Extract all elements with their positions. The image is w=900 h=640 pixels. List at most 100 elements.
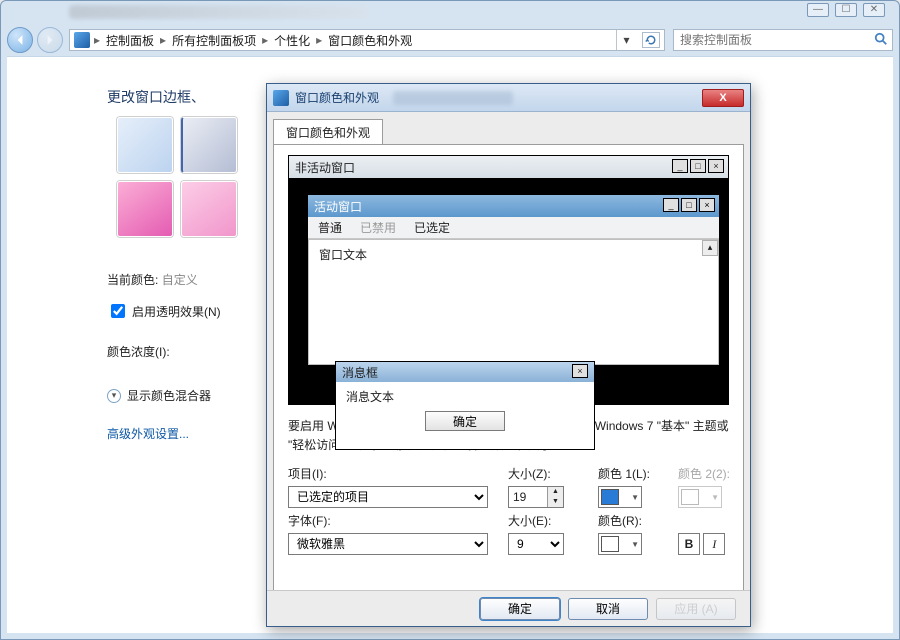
enable-transparency-label: 启用透明效果(N) <box>132 303 221 320</box>
font-color-swatch <box>601 536 619 552</box>
font-select[interactable]: 微软雅黑 <box>288 533 488 555</box>
dialog-close-button[interactable]: X <box>702 89 744 107</box>
size-z-input[interactable]: 19 ▲▼ <box>508 486 564 508</box>
size-e-label: 大小(E): <box>508 512 578 529</box>
window-color-dialog: 窗口颜色和外观 X 窗口颜色和外观 非活动窗口 _ □ × <box>266 83 751 627</box>
dialog-tabpage: 非活动窗口 _ □ × 活动窗口 _ □ × <box>273 144 744 604</box>
color-swatch[interactable] <box>117 117 173 173</box>
maximize-button[interactable]: ☐ <box>835 3 857 17</box>
preview-body[interactable]: 窗口文本 ▴ <box>308 239 719 365</box>
chevron-right-icon: ▸ <box>94 33 100 47</box>
color-swatch[interactable] <box>181 181 237 237</box>
spin-down-icon[interactable]: ▼ <box>548 497 563 507</box>
intensity-label: 颜色浓度(I): <box>107 343 170 360</box>
font-color-picker[interactable]: ▼ <box>598 533 642 555</box>
close-button[interactable]: ✕ <box>863 3 885 17</box>
search-box[interactable] <box>673 29 893 51</box>
bold-button[interactable]: B <box>678 533 700 555</box>
color-mixer-toggle[interactable]: ▾ 显示颜色混合器 <box>107 387 211 404</box>
minimize-icon: _ <box>663 198 679 212</box>
spin-up-icon[interactable]: ▲ <box>548 487 563 497</box>
crumb-root[interactable]: 控制面板 <box>104 32 156 49</box>
chevron-right-icon: ▸ <box>316 33 322 47</box>
refresh-button[interactable] <box>642 32 660 48</box>
page-heading: 更改窗口边框、 <box>107 87 205 107</box>
font-style-buttons: B I <box>678 533 738 555</box>
address-bar[interactable]: ▸ 控制面板 ▸ 所有控制面板项 ▸ 个性化 ▸ 窗口颜色和外观 ▾ <box>69 29 665 51</box>
dialog-title-blur <box>393 91 513 105</box>
chevron-down-icon: ▼ <box>711 493 719 502</box>
chevron-down-icon: ▾ <box>107 389 121 403</box>
size-e-select[interactable]: 9 <box>508 533 564 555</box>
crumb-personalization[interactable]: 个性化 <box>272 32 312 49</box>
color1-label: 颜色 1(L): <box>598 465 658 482</box>
color2-label: 颜色 2(2): <box>678 465 738 482</box>
color1-swatch <box>601 489 619 505</box>
ok-button[interactable]: 确定 <box>480 598 560 620</box>
crumb-all-items[interactable]: 所有控制面板项 <box>170 32 258 49</box>
italic-button[interactable]: I <box>703 533 725 555</box>
current-color-value: 自定义 <box>162 273 198 287</box>
dialog-tabbar: 窗口颜色和外观 <box>267 112 750 144</box>
color-swatch[interactable] <box>181 117 237 173</box>
nav-bar: ▸ 控制面板 ▸ 所有控制面板项 ▸ 个性化 ▸ 窗口颜色和外观 ▾ <box>7 26 893 54</box>
search-icon[interactable] <box>874 32 888 49</box>
minimize-icon: _ <box>672 159 688 173</box>
control-panel-window: — ☐ ✕ ▸ 控制面板 ▸ 所有控制面板项 ▸ 个性化 ▸ 窗口颜色和外观 ▾ <box>0 0 900 640</box>
maximize-icon: □ <box>681 198 697 212</box>
color-r-label: 颜色(R): <box>598 512 658 529</box>
color-mixer-label: 显示颜色混合器 <box>127 387 211 404</box>
current-color-label: 当前颜色: <box>107 273 158 287</box>
item-label: 项目(I): <box>288 465 488 482</box>
current-color-row: 当前颜色: 自定义 <box>107 271 198 288</box>
control-panel-icon <box>74 32 90 48</box>
nav-forward-button[interactable] <box>37 27 63 53</box>
cancel-button[interactable]: 取消 <box>568 598 648 620</box>
preview-window-text: 窗口文本 <box>319 248 367 262</box>
close-icon: × <box>699 198 715 212</box>
color-swatch[interactable] <box>117 181 173 237</box>
item-properties: 项目(I): 大小(Z): 颜色 1(L): 颜色 2(2): 已选定的项目 1… <box>288 465 729 555</box>
apply-button[interactable]: 应用 (A) <box>656 598 736 620</box>
advanced-appearance-link[interactable]: 高级外观设置... <box>107 425 189 442</box>
appearance-preview: 非活动窗口 _ □ × 活动窗口 _ □ × <box>288 155 729 405</box>
item-select[interactable]: 已选定的项目 <box>288 486 488 508</box>
enable-transparency-checkbox[interactable] <box>111 304 125 318</box>
dialog-icon <box>273 90 289 106</box>
menu-selected: 已选定 <box>414 219 450 236</box>
address-dropdown[interactable]: ▾ <box>616 30 636 50</box>
color1-picker[interactable]: ▼ <box>598 486 642 508</box>
window-controls: — ☐ ✕ <box>807 3 885 17</box>
preview-inactive-caption: 非活动窗口 <box>295 161 355 175</box>
chevron-right-icon: ▸ <box>160 33 166 47</box>
preview-inactive-window[interactable]: 非活动窗口 _ □ × <box>289 156 728 178</box>
color2-picker: ▼ <box>678 486 722 508</box>
dialog-titlebar[interactable]: 窗口颜色和外观 X <box>267 84 750 112</box>
msgbox-text: 消息文本 <box>346 388 584 405</box>
msgbox-ok-button[interactable]: 确定 <box>425 411 505 431</box>
chevron-down-icon: ▼ <box>631 540 639 549</box>
msgbox-title: 消息框 <box>342 366 378 380</box>
close-icon: × <box>572 364 588 378</box>
color-swatch-grid <box>117 117 247 237</box>
dialog-buttons: 确定 取消 应用 (A) <box>267 590 750 626</box>
scroll-up-icon: ▴ <box>702 240 718 256</box>
maximize-icon: □ <box>690 159 706 173</box>
tab-window-color[interactable]: 窗口颜色和外观 <box>273 119 383 145</box>
preview-active-caption: 活动窗口 <box>314 200 362 214</box>
preview-menu[interactable]: 普通 已禁用 已选定 <box>308 217 719 239</box>
menu-normal: 普通 <box>318 219 342 236</box>
minimize-button[interactable]: — <box>807 3 829 17</box>
preview-message-box[interactable]: 消息框 × 消息文本 确定 <box>335 361 595 450</box>
nav-back-button[interactable] <box>7 27 33 53</box>
search-input[interactable] <box>678 32 888 48</box>
chevron-down-icon: ▼ <box>631 493 639 502</box>
font-label: 字体(F): <box>288 512 488 529</box>
dialog-title: 窗口颜色和外观 <box>295 89 379 106</box>
menu-disabled: 已禁用 <box>360 219 396 236</box>
preview-active-window[interactable]: 活动窗口 _ □ × 普通 已禁用 已选定 窗口文本 ▴ <box>307 194 720 364</box>
crumb-window-color[interactable]: 窗口颜色和外观 <box>326 32 414 49</box>
size-z-value: 19 <box>513 490 526 504</box>
chevron-right-icon: ▸ <box>262 33 268 47</box>
close-icon: × <box>708 159 724 173</box>
